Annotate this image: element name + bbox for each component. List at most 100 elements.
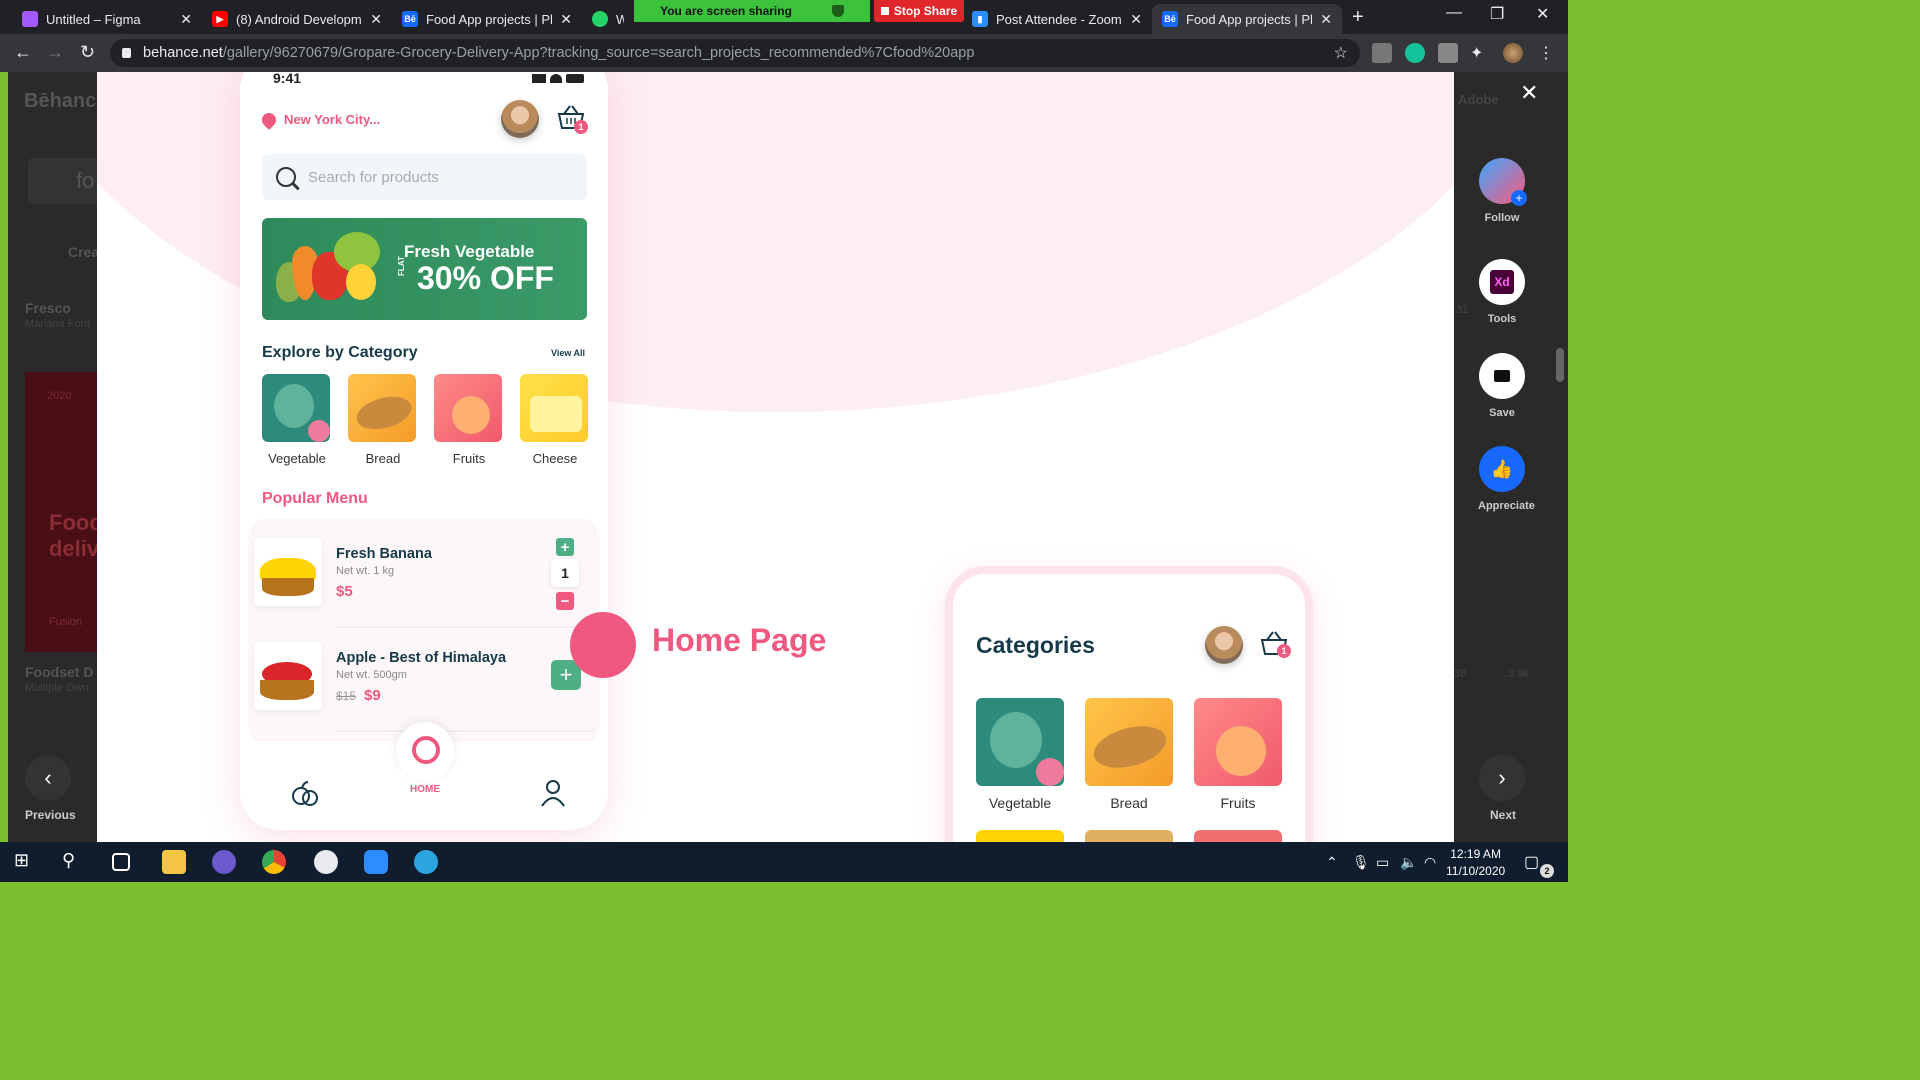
file-explorer-icon[interactable] xyxy=(162,850,186,874)
volume-icon[interactable]: 🔈 xyxy=(1400,854,1417,871)
close-window-icon[interactable]: ✕ xyxy=(1536,4,1549,24)
extension-shield-icon[interactable] xyxy=(1372,43,1392,63)
cart-button[interactable]: 1 xyxy=(1259,630,1291,658)
home-label: HOME xyxy=(410,784,440,795)
menu-item[interactable]: Fresh Banana Net wt. 1 kg $5 + 1 − xyxy=(254,538,594,638)
notification-badge: 2 xyxy=(1540,864,1554,878)
tab-youtube[interactable]: ▶ (8) Android Developme ✕ xyxy=(202,4,392,34)
location-selector[interactable]: New York City... xyxy=(259,109,380,130)
restore-icon[interactable]: ❐ xyxy=(1490,4,1504,24)
tab-close-icon[interactable]: ✕ xyxy=(560,11,572,28)
stop-share-label: Stop Share xyxy=(893,4,958,18)
project-title: Fresco xyxy=(25,300,71,316)
behance-icon: Bē xyxy=(402,11,418,27)
app-icon[interactable] xyxy=(212,850,236,874)
divider xyxy=(336,730,594,732)
view-all-link[interactable]: View All xyxy=(551,348,585,358)
windows-start-icon[interactable]: ⊞ xyxy=(14,850,38,874)
tray-chevron-icon[interactable]: ⌃ xyxy=(1326,854,1338,871)
category-bread[interactable]: Bread xyxy=(1085,698,1173,811)
address-bar[interactable]: behance.net/gallery/96270679/Gropare-Gro… xyxy=(110,39,1360,67)
category-fruits[interactable]: Fruits xyxy=(1194,698,1282,811)
stop-icon xyxy=(880,7,889,15)
tab-behance-active[interactable]: Bē Food App projects | Ph ✕ xyxy=(1152,4,1342,34)
tab-behance-1[interactable]: Bē Food App projects | Ph ✕ xyxy=(392,4,582,34)
app-icon[interactable] xyxy=(314,850,338,874)
behance-search[interactable]: fo xyxy=(28,158,98,204)
tab-close-icon[interactable]: ✕ xyxy=(370,11,382,28)
item-weight: Net wt. 1 kg xyxy=(336,565,395,577)
category-bread[interactable]: Bread xyxy=(348,374,418,466)
xd-icon: Xd xyxy=(1490,270,1514,294)
new-tab-button[interactable]: + xyxy=(1352,6,1364,29)
tab-title: (8) Android Developme xyxy=(236,11,363,27)
leaf-illustration xyxy=(274,384,314,428)
fruits-nav-icon[interactable] xyxy=(290,778,320,808)
grammarly-icon[interactable] xyxy=(1405,43,1425,63)
telegram-icon[interactable] xyxy=(414,850,438,874)
project-card[interactable]: 2020 Food deliv Fusion xyxy=(25,372,103,652)
category-fruits[interactable]: Fruits xyxy=(434,374,504,466)
increment-button[interactable]: + xyxy=(556,538,574,556)
minimize-icon[interactable]: — xyxy=(1446,4,1462,22)
notification-icon[interactable]: ▢ xyxy=(1524,852,1539,872)
category-label: Bread xyxy=(1110,795,1148,811)
back-icon[interactable]: ← xyxy=(14,42,32,63)
tab-close-icon[interactable]: ✕ xyxy=(180,11,192,28)
tab-figma[interactable]: Untitled – Figma ✕ xyxy=(12,4,202,34)
save-circle xyxy=(1479,353,1525,399)
zoom-icon[interactable] xyxy=(364,850,388,874)
scrollbar[interactable] xyxy=(1552,72,1568,842)
stop-share-button[interactable]: Stop Share xyxy=(874,0,964,22)
create-label[interactable]: Crea xyxy=(68,244,99,260)
banner-title: Fresh Vegetable xyxy=(404,242,535,261)
reload-icon[interactable]: ↻ xyxy=(80,42,95,63)
tab-close-icon[interactable]: ✕ xyxy=(1320,11,1332,28)
category-tile-partial[interactable] xyxy=(1194,830,1282,842)
system-clock[interactable]: 12:19 AM 11/10/2020 xyxy=(1446,846,1505,880)
close-modal-icon[interactable]: ✕ xyxy=(1520,80,1538,106)
tools-label: Tools xyxy=(1487,313,1517,325)
next-button[interactable]: › xyxy=(1479,755,1525,801)
tab-zoom[interactable]: ▮ Post Attendee - Zoom ✕ xyxy=(962,4,1152,34)
chrome-icon[interactable] xyxy=(262,850,286,874)
category-cheese[interactable]: Cheese xyxy=(520,374,590,466)
cart-badge: 1 xyxy=(574,120,588,134)
share-status-text: You are screen sharing xyxy=(660,4,792,18)
appreciate-button[interactable]: 👍 Appreciate xyxy=(1478,446,1535,512)
cart-button[interactable]: 1 xyxy=(556,104,588,134)
avatar[interactable] xyxy=(1205,626,1243,664)
category-vegetable[interactable]: Vegetable xyxy=(262,374,332,466)
category-label: Fruits xyxy=(452,451,486,466)
screen-share-indicator: You are screen sharing xyxy=(634,0,870,22)
category-tile-partial[interactable] xyxy=(1085,830,1173,842)
tab-whatsapp[interactable]: Wh xyxy=(582,4,634,34)
search-icon[interactable]: ⚲ xyxy=(62,850,86,874)
forward-icon[interactable]: → xyxy=(46,42,64,63)
profile-avatar[interactable] xyxy=(1503,43,1523,63)
wifi-icon[interactable]: ◠ xyxy=(1424,854,1436,871)
category-tile-partial[interactable] xyxy=(976,830,1064,842)
tools-button[interactable]: Xd Tools xyxy=(1478,259,1526,325)
tab-close-icon[interactable]: ✕ xyxy=(1130,11,1142,28)
extension-icon[interactable] xyxy=(1438,43,1458,63)
thumbs-up-icon: 👍 xyxy=(1479,446,1525,492)
scrollbar-thumb[interactable] xyxy=(1556,348,1564,382)
home-tab[interactable] xyxy=(396,722,454,780)
save-button[interactable]: Save xyxy=(1478,353,1526,419)
search-input[interactable]: Search for products xyxy=(262,154,587,200)
task-view-icon[interactable] xyxy=(112,853,130,871)
profile-nav-icon[interactable] xyxy=(538,778,568,808)
microphone-icon[interactable]: 🎙 xyxy=(1352,854,1370,871)
decrement-button[interactable]: − xyxy=(556,592,574,610)
promo-banner[interactable]: Fresh Vegetable FLAT 30% OFF xyxy=(262,218,587,320)
menu-kebab-icon[interactable]: ⋮ xyxy=(1538,43,1558,63)
category-vegetable[interactable]: Vegetable xyxy=(976,698,1064,811)
battery-icon[interactable]: ▭ xyxy=(1376,854,1389,871)
bookmark-star-icon[interactable]: ☆ xyxy=(1334,43,1348,63)
owner-avatar: + xyxy=(1479,158,1527,206)
follow-button[interactable]: + Follow xyxy=(1478,158,1527,224)
puzzle-icon[interactable]: ✦ xyxy=(1470,43,1490,63)
avatar[interactable] xyxy=(501,100,539,138)
previous-button[interactable]: ‹ xyxy=(25,755,71,801)
